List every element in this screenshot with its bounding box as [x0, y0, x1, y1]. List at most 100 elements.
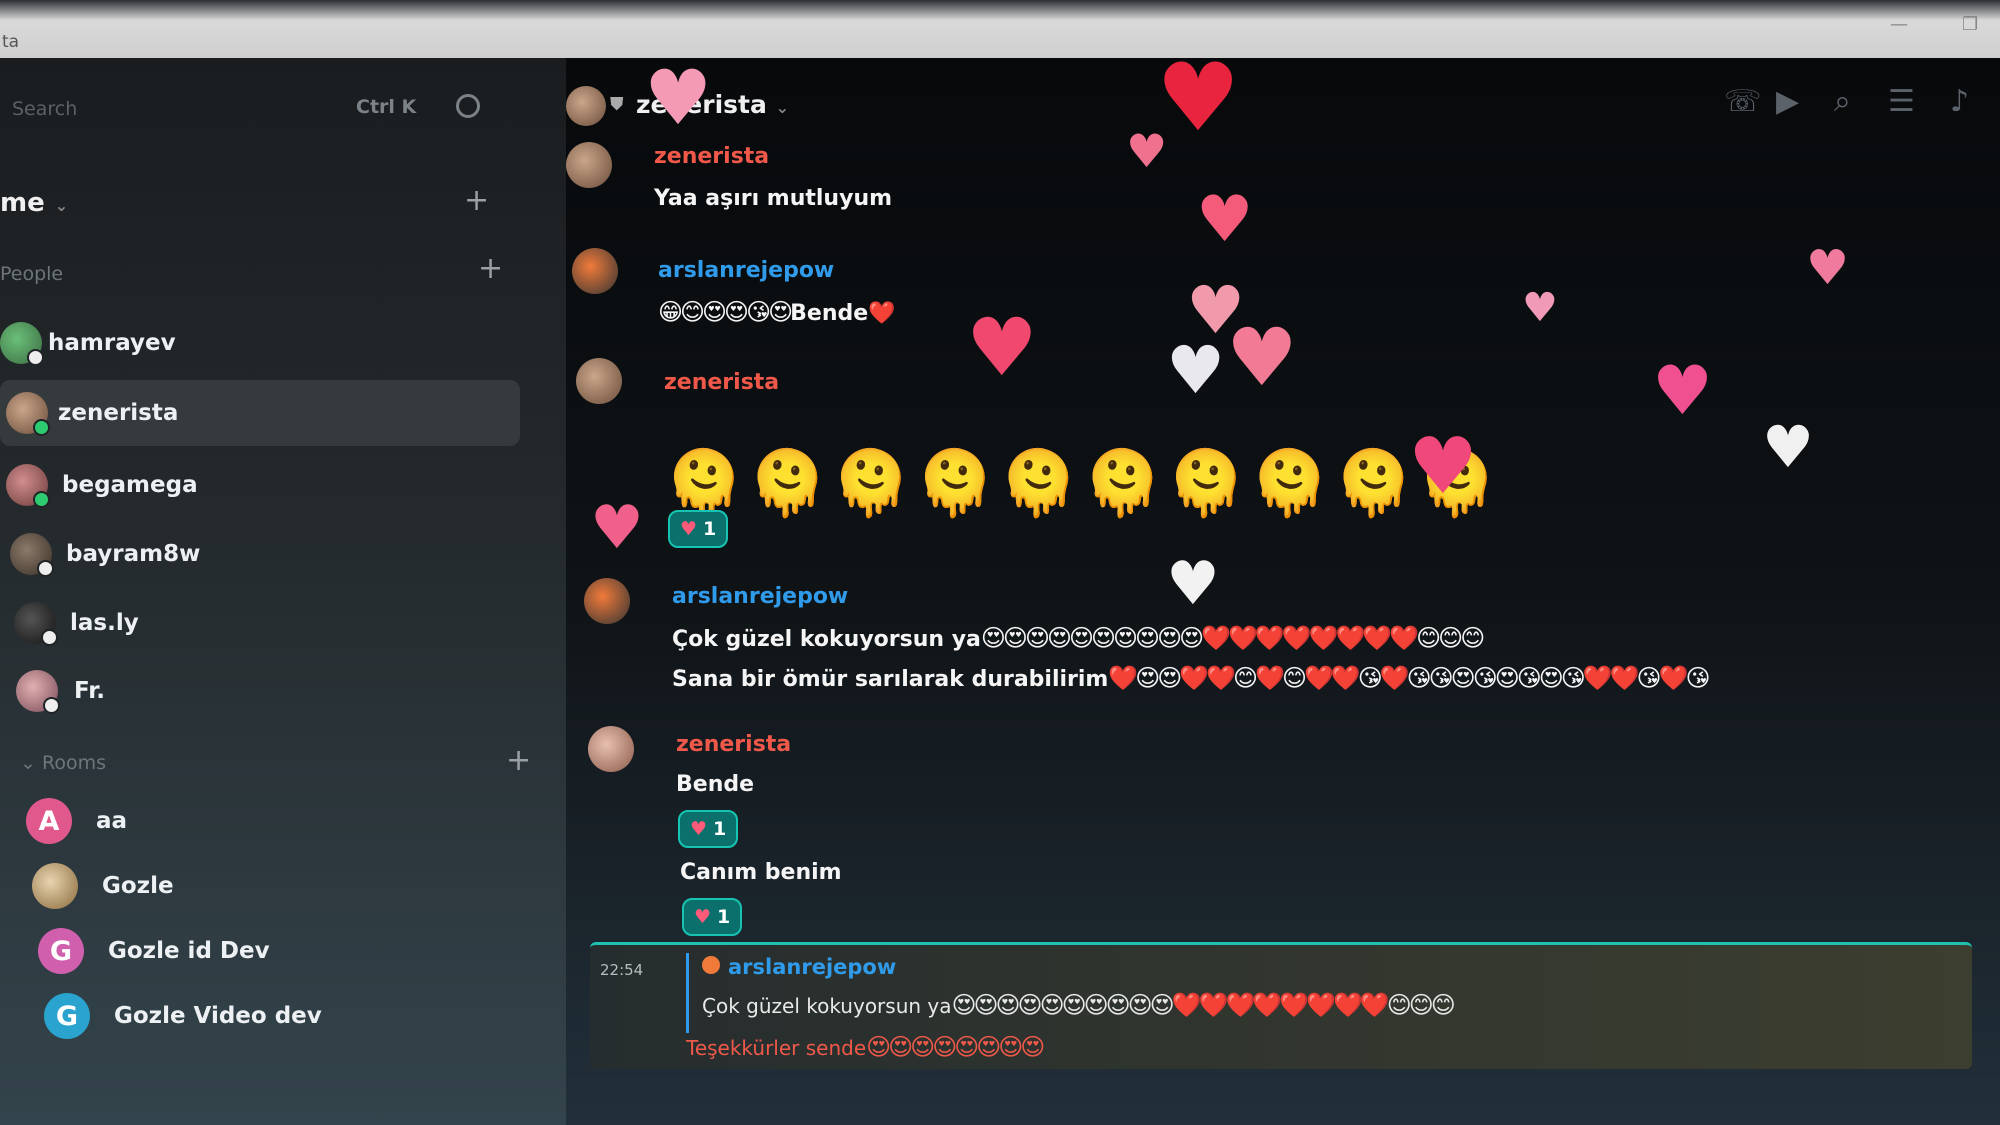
add-room-button[interactable]: + — [506, 746, 531, 776]
emoji-run: ❤️ — [868, 301, 896, 326]
quoted-text: Çok güzel kokuyorsun ya😍😍😍😍😍😍😍😍😍😍❤️❤️❤️❤… — [702, 991, 1456, 1019]
avatar[interactable] — [572, 248, 618, 294]
sidebar-item-label: hamrayev — [48, 330, 176, 356]
space-selector[interactable]: me ⌄ — [0, 188, 68, 218]
heart-icon: ♥ — [1652, 352, 1713, 431]
room-avatar — [32, 863, 78, 909]
maximize-icon[interactable]: ❐ — [1962, 14, 1978, 35]
reply-message[interactable]: 22:54 arslanrejepow Çok güzel kokuyorsun… — [590, 942, 1972, 1069]
heart-icon: ♥ — [690, 818, 708, 840]
avatar[interactable] — [584, 578, 630, 624]
explore-icon[interactable] — [456, 94, 480, 118]
reaction-chip[interactable]: ♥ 1 — [682, 898, 743, 936]
reaction-chip[interactable]: ♥ 1 — [668, 510, 729, 548]
quoted-text-part: Çok güzel kokuyorsun ya — [702, 994, 952, 1018]
avatar[interactable] — [588, 726, 634, 772]
message-text-part: Bende — [790, 301, 869, 326]
quote-bar — [686, 953, 689, 1033]
sender-name[interactable]: arslanrejepow — [658, 258, 834, 283]
message-text: 😁😊😍😍😘😍Bende❤️ — [658, 298, 896, 326]
sender-name[interactable]: zenerista — [676, 732, 791, 757]
threads-icon[interactable]: ☰ — [1888, 84, 1915, 119]
heart-icon: ♥ — [1806, 240, 1850, 296]
add-person-button[interactable]: + — [478, 254, 503, 284]
search-shortcut-hint: Ctrl K — [356, 96, 417, 118]
search-icon[interactable]: ⌕ — [1834, 84, 1851, 119]
sidebar-item-label: aa — [96, 808, 128, 834]
search-input[interactable]: Search — [12, 98, 77, 120]
message-text: Bende — [676, 772, 755, 797]
sidebar-item-bayram8w[interactable]: bayram8w — [0, 521, 520, 587]
sidebar-item-label: zenerista — [58, 400, 179, 426]
room-avatar — [566, 86, 606, 126]
heart-icon: ♥ — [680, 518, 698, 540]
sender-name[interactable]: arslanrejepow — [672, 584, 848, 609]
heart-icon: ♥ — [1166, 549, 1220, 619]
phone-icon[interactable]: ☏ — [1724, 84, 1762, 119]
bell-icon[interactable]: ♪ — [1950, 84, 1969, 119]
avatar — [702, 956, 720, 974]
sidebar-item-room-gozle-id-dev[interactable]: G Gozle id Dev — [38, 918, 558, 984]
heart-icon: ♥ — [694, 906, 712, 928]
people-section-title: People — [0, 263, 64, 285]
timestamp: 22:54 — [600, 961, 644, 979]
sidebar-item-label: begamega — [62, 472, 198, 498]
message-text-part: Teşekkürler sende — [686, 1036, 867, 1060]
heart-icon: ♥ — [1156, 44, 1241, 153]
emoji-run: ❤️😍😍❤️❤️😊❤️😊❤️❤️😘❤️😘😘😍😘😍😘😍😘❤️❤️😘❤️😘 — [1108, 664, 1710, 692]
sidebar-item-zenerista[interactable]: zenerista — [0, 380, 520, 446]
avatar — [14, 602, 58, 646]
window-titlebar: ta — ❐ — [0, 0, 2000, 58]
add-space-button[interactable]: + — [464, 186, 489, 216]
message-text: Yaa aşırı mutluyum — [654, 186, 893, 211]
sender-name[interactable]: zenerista — [664, 370, 779, 395]
avatar[interactable] — [566, 142, 612, 188]
room-avatar: G — [38, 928, 84, 974]
sidebar-item-label: las.ly — [70, 610, 139, 636]
heart-icon: ♥ — [644, 53, 713, 142]
space-name: me — [0, 188, 45, 218]
rooms-section-title[interactable]: ⌄ Rooms — [20, 752, 106, 774]
emoji-run: 😍😍😍😍😍😍😍😍😍😍❤️❤️❤️❤️❤️❤️❤️❤️😊😊😊 — [980, 624, 1485, 652]
sender-name[interactable]: zenerista — [654, 144, 769, 169]
sidebar: Search Ctrl K me ⌄ + People + hamrayev ze… — [0, 58, 566, 1125]
video-call-icon[interactable]: ▶ — [1776, 84, 1799, 119]
heart-icon: ♥ — [590, 493, 644, 563]
window-title: ta — [2, 32, 20, 52]
sidebar-item-label: Gozle — [102, 873, 174, 899]
emoji-run: 😍😍😍😍😍😍😍😍 — [866, 1033, 1045, 1061]
shield-icon: ⛊ — [610, 94, 624, 115]
message-text-part: Çok güzel kokuyorsun ya — [672, 627, 981, 652]
sidebar-item-label: bayram8w — [66, 541, 201, 567]
sidebar-item-begamega[interactable]: begamega — [0, 452, 520, 518]
message-text: Sana bir ömür sarılarak durabilirim❤️😍😍❤… — [672, 664, 1710, 692]
heart-icon: ♥ — [1196, 183, 1254, 257]
message-text: Teşekkürler sende😍😍😍😍😍😍😍😍 — [686, 1033, 1045, 1061]
avatar[interactable] — [576, 358, 622, 404]
heart-icon: ♥ — [1166, 332, 1226, 409]
sidebar-item-las-ly[interactable]: las.ly — [0, 590, 520, 656]
room-avatar: G — [44, 993, 90, 1039]
sidebar-item-label: Fr. — [74, 678, 106, 704]
reaction-count: 1 — [703, 518, 717, 540]
quoted-sender[interactable]: arslanrejepow — [702, 955, 896, 979]
message-text-part: Sana bir ömür sarılarak durabilirim — [672, 667, 1109, 692]
sidebar-item-fr[interactable]: Fr. — [0, 658, 520, 724]
chevron-down-icon: ⌄ — [775, 98, 789, 117]
heart-icon: ♥ — [966, 301, 1038, 394]
sidebar-item-room-gozle-video-dev[interactable]: G Gozle Video dev — [44, 983, 564, 1049]
avatar — [6, 464, 50, 508]
avatar — [6, 392, 50, 436]
emoji-message: 🫠🫠🫠🫠🫠🫠🫠🫠🫠🫠 — [664, 447, 1501, 521]
chat-panel: ⛊ zenerista ⌄ ☏ ▶ ⌕ ☰ ♪ zenerista Yaa aş… — [566, 52, 2000, 1125]
sidebar-item-label: Gozle Video dev — [114, 1003, 322, 1029]
minimize-icon[interactable]: — — [1890, 14, 1908, 35]
reaction-chip[interactable]: ♥ 1 — [678, 810, 739, 848]
rooms-title-label: Rooms — [41, 752, 106, 774]
heart-icon: ♥ — [1762, 413, 1814, 481]
sidebar-item-room-gozle[interactable]: Gozle — [32, 853, 552, 919]
sidebar-item-hamrayev[interactable]: hamrayev — [0, 310, 520, 376]
chevron-down-icon: ⌄ — [20, 752, 42, 774]
avatar — [0, 322, 44, 366]
sidebar-item-room-aa[interactable]: A aa — [26, 788, 546, 854]
